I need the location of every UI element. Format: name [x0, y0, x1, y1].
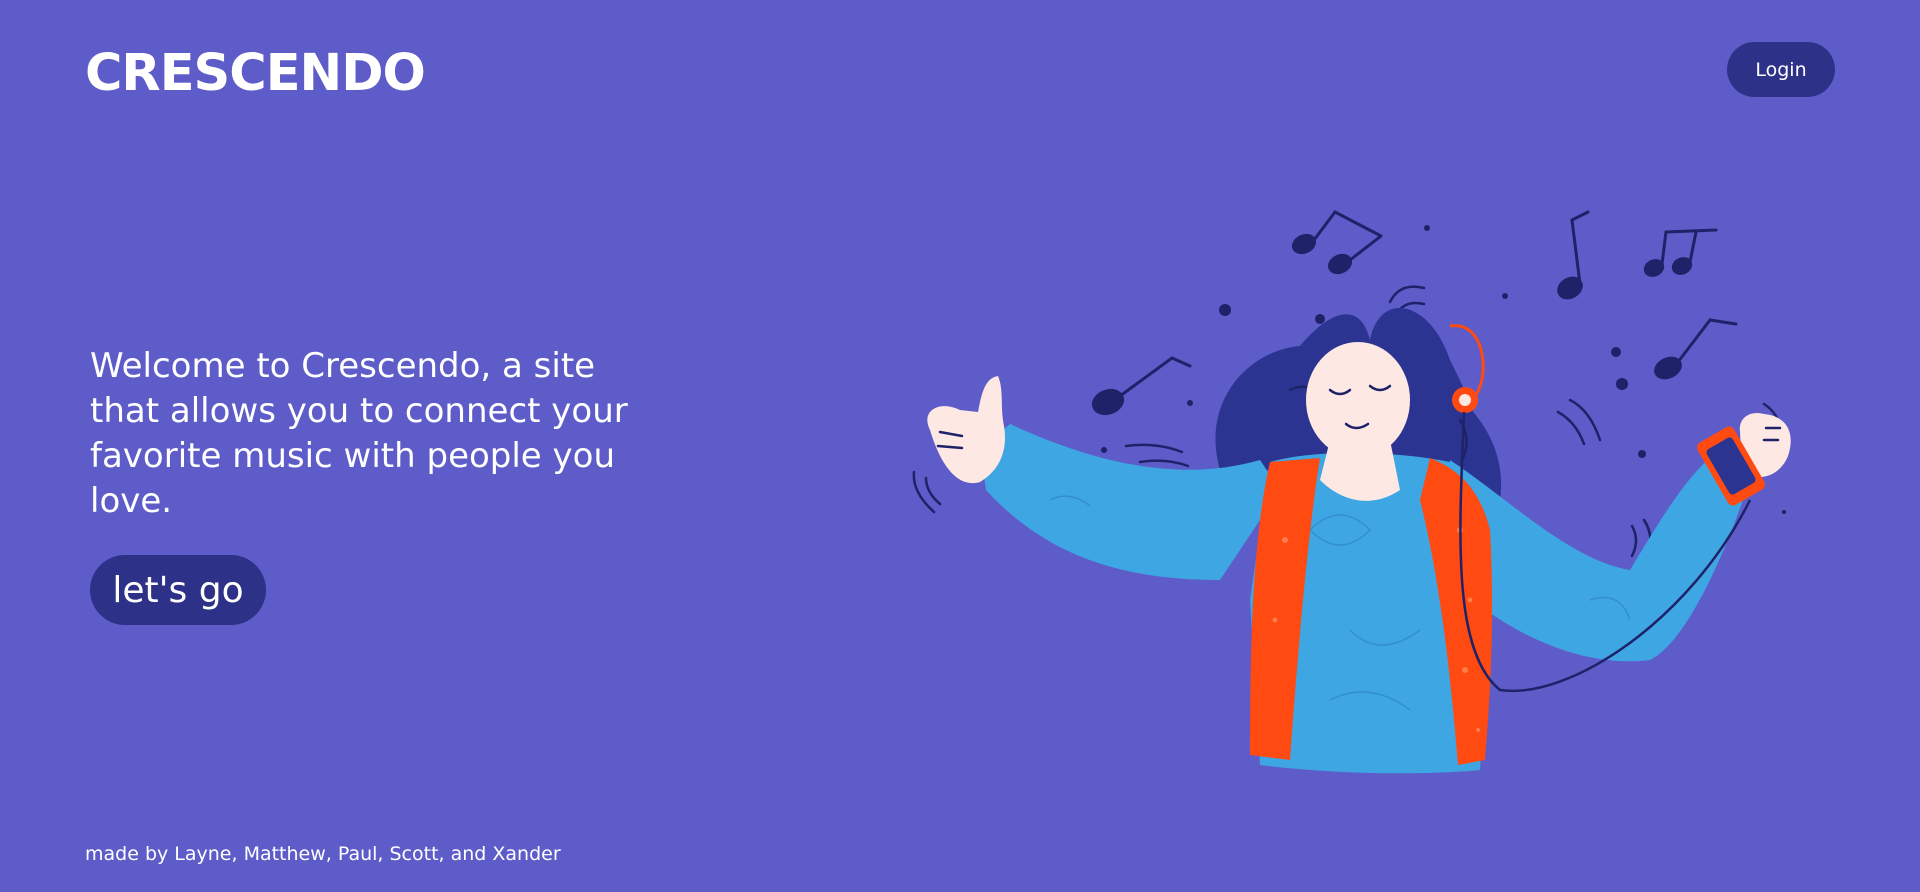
lets-go-button[interactable]: let's go — [90, 555, 266, 625]
welcome-text: Welcome to Crescendo, a site that allows… — [90, 346, 628, 521]
footer-credits: made by Layne, Matthew, Paul, Scott, and… — [85, 843, 561, 865]
login-button[interactable]: Login — [1727, 42, 1835, 97]
site-logo: CRESCENDO — [85, 44, 426, 103]
music-listener-illustration — [912, 210, 1791, 774]
